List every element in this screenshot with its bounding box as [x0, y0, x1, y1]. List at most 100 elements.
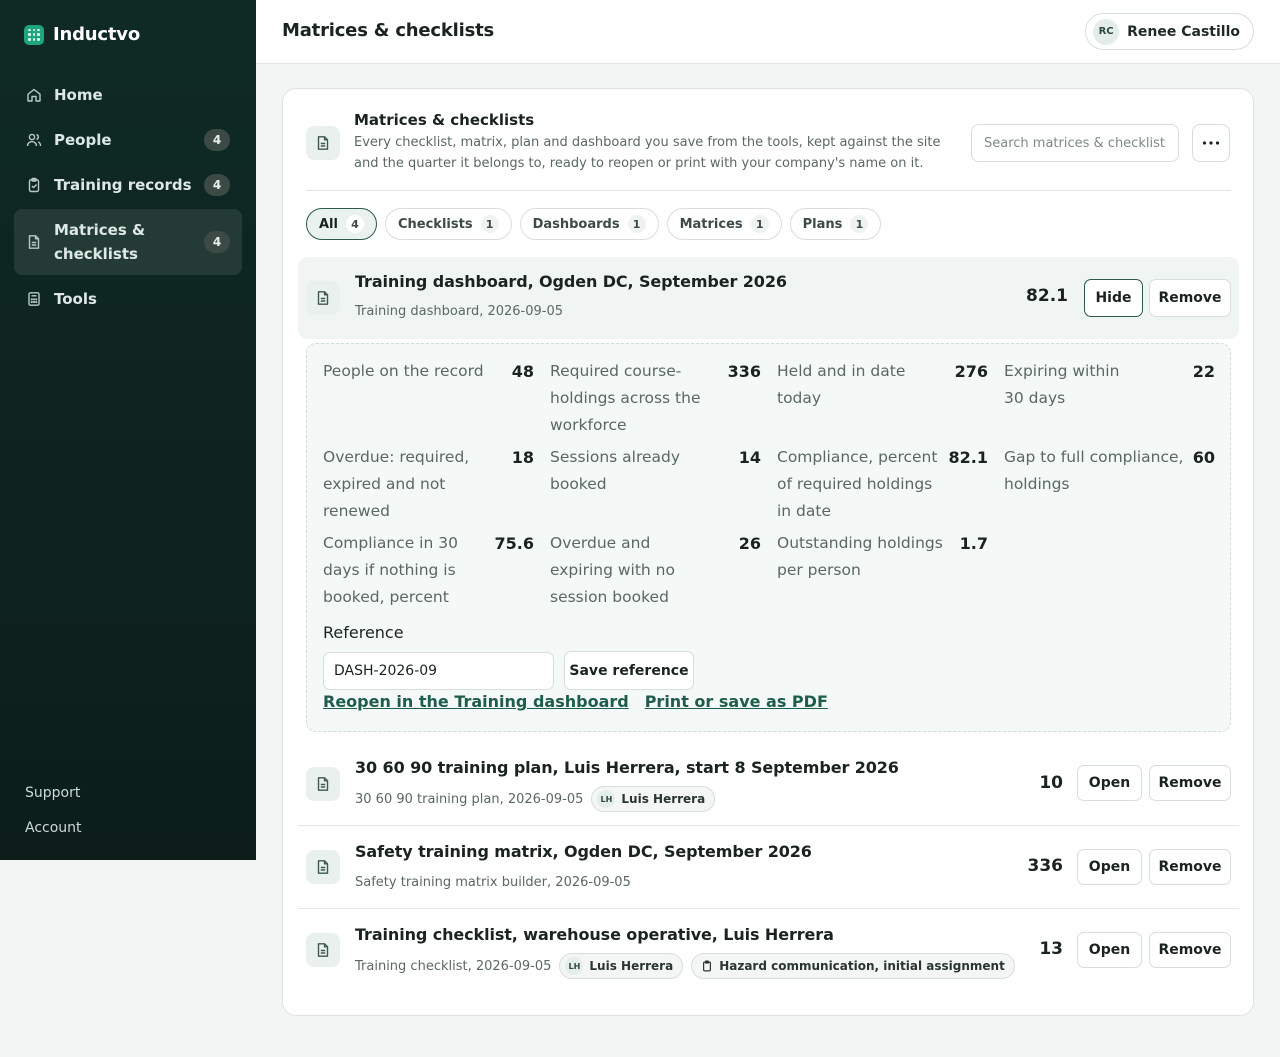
sidebar-item-label: Tools — [54, 290, 97, 308]
metric-label: Expiring within 30 days — [1004, 362, 1120, 407]
clipboard-icon — [28, 177, 40, 193]
list-item-plan[interactable]: 30 60 90 training plan, Luis Herrera, st… — [298, 745, 1239, 825]
metric-value: 276 — [954, 362, 988, 381]
item-title: Training checklist, warehouse operative,… — [355, 925, 834, 944]
sidebar-item-tools[interactable]: Tools — [14, 278, 242, 320]
metric: Required course-holdings across the work… — [550, 358, 761, 439]
save-reference-button[interactable]: Save reference — [564, 651, 694, 690]
account-link[interactable]: Account — [25, 817, 82, 852]
metric-label: Sessions already booked — [550, 448, 681, 493]
user-menu[interactable]: RC Renee Castillo — [1085, 13, 1254, 50]
person-tag[interactable]: LH Luis Herrera — [591, 786, 716, 812]
filter-label: Checklists — [397, 216, 473, 232]
metric-label: Outstanding holdings per person — [777, 534, 943, 579]
document-icon — [306, 126, 340, 160]
reference-input[interactable] — [323, 652, 554, 690]
remove-button[interactable]: Remove — [1149, 279, 1231, 317]
metric: Compliance, percent of required holdings… — [777, 444, 988, 525]
document-icon — [306, 767, 340, 801]
filter-matrices[interactable]: Matrices 1 — [666, 208, 782, 240]
metric-label: People on the record — [323, 362, 484, 380]
list-item-checklist[interactable]: Training checklist, warehouse operative,… — [298, 909, 1239, 991]
metric: Held and in date today 276 — [777, 358, 988, 439]
logo-icon — [24, 24, 44, 45]
metric: Gap to full compliance, holdings 60 — [1004, 444, 1215, 525]
sidebar-item-label: Training records — [54, 176, 192, 194]
filter-dashboards[interactable]: Dashboards 1 — [519, 208, 659, 240]
list-item-matrix[interactable]: Safety training matrix, Ogden DC, Septem… — [298, 826, 1239, 908]
item-meta: Training dashboard, 2026-09-05 — [355, 304, 563, 319]
filter-count: 1 — [627, 215, 646, 233]
metric-label: Held and in date today — [777, 362, 906, 407]
course-tag[interactable]: Hazard communication, initial assignment — [691, 953, 1015, 979]
item-type-date: Training checklist, 2026-09-05 — [355, 958, 552, 974]
item-type-date: Training dashboard, 2026-09-05 — [355, 304, 564, 319]
filter-checklists[interactable]: Checklists 1 — [384, 208, 512, 240]
print-link[interactable]: Print or save as PDF — [645, 692, 828, 711]
brand[interactable]: Inductvo — [24, 24, 140, 45]
details-links: Reopen in the Training dashboard Print o… — [323, 692, 828, 711]
filter-count: 1 — [850, 215, 869, 233]
card-header: Matrices & checklists Every checklist, m… — [306, 109, 1231, 191]
metric-value: 14 — [738, 448, 761, 467]
sidebar-item-people[interactable]: People 4 — [14, 119, 242, 161]
open-button[interactable]: Open — [1077, 849, 1142, 885]
remove-button[interactable]: Remove — [1149, 765, 1231, 801]
filter-label: Matrices — [679, 216, 743, 232]
metrics-grid: People on the record 48 Required course-… — [323, 358, 1215, 616]
more-icon — [1202, 141, 1220, 145]
sidebar: Inductvo Home People 4 Training records … — [0, 0, 256, 860]
filter-all[interactable]: All 4 — [306, 208, 377, 240]
sidebar-item-training-records[interactable]: Training records 4 — [14, 164, 242, 206]
card-description: Every checklist, matrix, plan and dashbo… — [354, 135, 941, 171]
avatar: RC — [1093, 18, 1120, 45]
open-button[interactable]: Open — [1077, 932, 1142, 968]
metric-value: 18 — [511, 448, 534, 467]
metric-value: 82.1 — [948, 448, 988, 467]
sidebar-item-label: People — [54, 131, 112, 149]
filter-plans[interactable]: Plans 1 — [789, 208, 882, 240]
more-options-button[interactable] — [1192, 124, 1230, 162]
sidebar-item-home[interactable]: Home — [14, 74, 242, 116]
document-icon — [28, 235, 40, 249]
item-meta: Safety training matrix builder, 2026-09-… — [355, 875, 631, 890]
document-icon — [306, 850, 340, 884]
metric: Overdue and expiring with no session boo… — [550, 530, 761, 611]
support-link[interactable]: Support — [25, 782, 82, 817]
metric-label: Required course-holdings across the work… — [550, 362, 701, 434]
metric-value: 1.7 — [959, 534, 988, 553]
list-item-dashboard[interactable]: Training dashboard, Ogden DC, September … — [298, 257, 1239, 339]
item-value: 82.1 — [1026, 286, 1068, 306]
filter-tabs: All 4 Checklists 1 Dashboards 1 Matrices… — [306, 208, 882, 240]
metric-label: Overdue and expiring with no session boo… — [550, 534, 675, 606]
user-name: Renee Castillo — [1127, 23, 1240, 40]
metric-label: Gap to full compliance, holdings — [1004, 448, 1184, 493]
filter-label: Dashboards — [532, 216, 620, 232]
metric-value: 75.6 — [494, 534, 534, 553]
metric: Overdue: required, expired and not renew… — [323, 444, 534, 525]
remove-button[interactable]: Remove — [1149, 932, 1231, 968]
metric-value: 26 — [738, 534, 761, 553]
metric: Outstanding holdings per person 1.7 — [777, 530, 988, 611]
sidebar-item-label: Matrices & checklists — [54, 221, 146, 263]
avatar: LH — [597, 790, 616, 808]
count-badge: 4 — [204, 231, 230, 253]
item-value: 13 — [1039, 939, 1063, 959]
item-type-date: 30 60 90 training plan, 2026-09-05 — [355, 791, 584, 807]
reopen-link[interactable]: Reopen in the Training dashboard — [323, 692, 629, 711]
metric-value: 60 — [1192, 448, 1215, 467]
sidebar-item-matrices-checklists[interactable]: Matrices & checklists 4 — [14, 209, 242, 275]
metric-label: Overdue: required, expired and not renew… — [323, 448, 470, 520]
hide-button[interactable]: Hide — [1084, 279, 1143, 317]
filter-label: All — [319, 216, 338, 232]
home-icon — [27, 88, 41, 102]
metric-label: Compliance, percent of required holdings… — [777, 448, 938, 520]
search-input[interactable] — [971, 124, 1179, 162]
remove-button[interactable]: Remove — [1149, 849, 1231, 885]
open-button[interactable]: Open — [1077, 765, 1142, 801]
avatar: LH — [565, 957, 584, 975]
sidebar-item-label: Home — [54, 86, 103, 104]
sidebar-footer: Support Account — [25, 782, 82, 852]
person-tag[interactable]: LH Luis Herrera — [559, 953, 684, 979]
filter-label: Plans — [802, 216, 843, 232]
